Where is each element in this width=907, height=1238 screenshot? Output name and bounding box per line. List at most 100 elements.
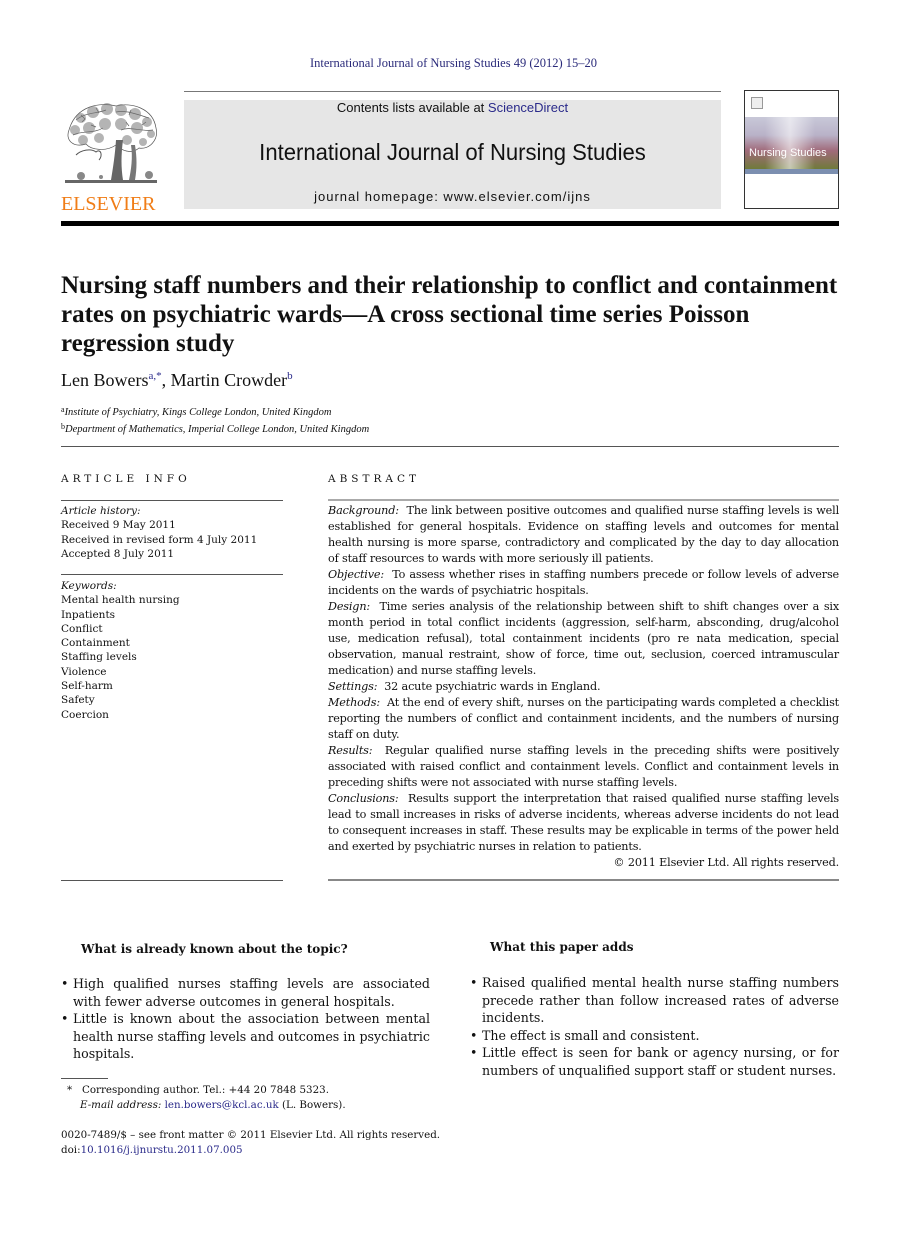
keywords: Keywords: Mental health nursing Inpatien… [61,579,283,722]
abstract-body: Background: The link between positive ou… [328,503,839,871]
abstract-section-text: At the end of every shift, nurses on the… [328,696,839,741]
affiliation-text: Institute of Psychiatry, Kings College L… [64,407,332,418]
list-item: • The effect is small and consistent. [470,1027,839,1045]
sciencedirect-link[interactable]: ScienceDirect [488,100,568,115]
journal-citation[interactable]: International Journal of Nursing Studies… [0,56,907,71]
email-label: E-mail address: [80,1099,162,1111]
keyword-item: Inpatients [61,608,116,621]
elsevier-logo[interactable]: ELSEVIER [61,100,161,214]
masthead-rule [184,91,721,92]
bullet-icon: • [470,1027,478,1043]
corresponding-author-footnote: * Corresponding author. Tel.: +44 20 784… [67,1083,346,1113]
article-history: Article history: Received 9 May 2011 Rec… [61,504,283,561]
abstract-section-label: Conclusions: [328,792,399,805]
journal-masthead: Contents lists available at ScienceDirec… [184,100,721,209]
history-item: Accepted 8 July 2011 [61,547,175,560]
adds-heading: What this paper adds [490,940,634,954]
author-affiliation-marker[interactable]: b [287,370,293,382]
doi-prefix: doi: [61,1144,81,1156]
abstract-section-label: Settings: [328,680,378,693]
abstract-section-design: Design: Time series analysis of the rela… [328,599,839,679]
affiliation-text: Department of Mathematics, Imperial Coll… [65,424,370,435]
email-link[interactable]: len.bowers@kcl.ac.uk [165,1099,279,1111]
keyword-item: Conflict [61,622,103,635]
keyword-item: Safety [61,694,95,707]
author-name[interactable]: Martin Crowder [171,370,287,390]
abstract-section-conclusions: Conclusions: Results support the interpr… [328,791,839,855]
abstract-divider [328,499,839,501]
history-item: Received 9 May 2011 [61,519,176,532]
abstract-section-objective: Objective: To assess whether rises in st… [328,567,839,599]
list-item: • Little is known about the association b… [61,1010,430,1063]
author-separator: , [161,370,171,390]
list-item-text: Little is known about the association be… [73,1011,430,1061]
email-line: E-mail address: len.bowers@kcl.ac.uk (L.… [67,1098,346,1113]
doi-link[interactable]: 10.1016/j.ijnurstu.2011.07.005 [81,1144,243,1156]
affiliation-item: bDepartment of Mathematics, Imperial Col… [61,420,369,437]
issn-line: 0020-7489/$ – see front matter © 2011 El… [61,1129,441,1141]
article-title: Nursing staff numbers and their relation… [61,272,838,357]
abstract-section-methods: Methods: At the end of every shift, nurs… [328,695,839,743]
keyword-item: Containment [61,637,130,650]
author-affiliation-marker[interactable]: a,* [148,370,161,382]
list-item: • High qualified nurses staffing levels a… [61,975,430,1010]
article-info-bottom-rule [61,880,283,881]
abstract-section-text: The link between positive outcomes and q… [328,504,840,565]
doi-line: doi:10.1016/j.ijnurstu.2011.07.005 [61,1143,440,1158]
abstract-heading: ABSTRACT [328,473,421,485]
corresponding-author-text: Corresponding author. Tel.: +44 20 7848 … [81,1084,329,1096]
author-list: Len Bowersa,*, Martin Crowderb [61,370,293,391]
author-name[interactable]: Len Bowers [61,370,148,390]
keyword-item: Staffing levels [61,651,137,664]
abstract-copyright: © 2011 Elsevier Ltd. All rights reserved… [613,856,839,869]
journal-cover-thumbnail[interactable]: Nursing Studies [744,90,839,209]
contents-availability: Contents lists available at ScienceDirec… [184,100,721,116]
abstract-section-label: Objective: [328,568,384,581]
article-info-divider [61,500,283,501]
abstract-section-settings: Settings: 32 acute psychiatric wards in … [328,679,839,695]
bullet-icon: • [470,975,478,990]
adds-list: • Raised qualified mental health nurse st… [470,974,839,1079]
footnote-line: * Corresponding author. Tel.: +44 20 784… [67,1083,346,1098]
list-item-text: Little effect is seen for bank or agency… [482,1045,839,1078]
keywords-divider [61,574,283,575]
history-item: Received in revised form 4 July 2011 [61,533,258,546]
keyword-item: Violence [61,665,107,678]
cover-title: Nursing Studies [749,147,827,159]
contents-prefix: Contents lists available at [336,100,488,115]
abstract-section-results: Results: Regular qualified nurse staffin… [328,743,839,791]
front-matter: 0020-7489/$ – see front matter © 2011 El… [61,1128,440,1158]
bullet-icon: • [61,976,69,991]
keyword-item: Self-harm [61,680,113,693]
abstract-section-text: Time series analysis of the relationship… [328,600,840,677]
keyword-item: Coercion [61,708,109,721]
bullet-icon: • [470,1045,478,1060]
bullet-icon: • [61,1011,69,1026]
keywords-label: Keywords: [61,580,117,592]
header-divider [61,221,839,226]
list-item: • Raised qualified mental health nurse st… [470,974,839,1027]
abstract-section-label: Methods: [328,696,380,709]
abstract-bottom-rule [328,879,839,881]
journal-homepage[interactable]: journal homepage: www.elsevier.com/ijns [184,189,721,204]
abstract-section-label: Results: [328,744,373,757]
abstract-section-text: To assess whether rises in staffing numb… [328,568,839,597]
footnote-rule [61,1078,108,1079]
article-info-heading: ARTICLE INFO [61,473,191,485]
footnote-marker: * [67,1084,73,1096]
cover-publisher-icon [751,97,763,109]
elsevier-wordmark: ELSEVIER [61,193,156,215]
cover-artwork [745,117,838,169]
list-item-text: High qualified nurses staffing levels ar… [73,976,430,1009]
abstract-section-text: Results support the interpretation that … [328,792,840,853]
affiliations: aInstitute of Psychiatry, Kings College … [61,403,369,437]
email-suffix: (L. Bowers). [282,1099,346,1111]
abstract-section-background: Background: The link between positive ou… [328,503,839,567]
abstract-section-label: Background: [328,504,399,517]
article-history-label: Article history: [61,505,141,517]
known-heading: What is already known about the topic? [81,942,348,956]
affiliation-item: aInstitute of Psychiatry, Kings College … [61,403,369,420]
affiliation-divider [61,446,839,447]
elsevier-tree-icon [61,100,161,188]
abstract-section-text: Regular qualified nurse staffing levels … [328,744,839,789]
